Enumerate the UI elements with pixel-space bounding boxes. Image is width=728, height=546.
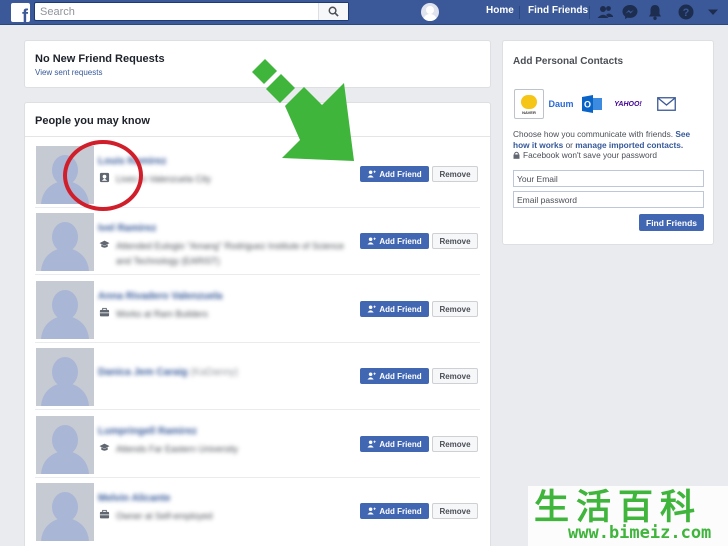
person-name-link[interactable]: Lumpringell Ramirez (98, 426, 197, 437)
suggestion-row: Anna Rivadero Valenzuela Works at Ram Bu… (25, 276, 490, 343)
site-watermark: 生活百科 www.bimeiz.com (528, 486, 728, 546)
envelope-icon (656, 97, 676, 111)
outlook-letter: O (584, 100, 591, 110)
person-name-link[interactable]: Melvin Alicante (98, 493, 170, 504)
nav-home-link[interactable]: Home (486, 5, 514, 16)
remove-suggestion-button[interactable]: Remove (432, 301, 478, 317)
person-info: Works at Ram Builders (116, 309, 208, 319)
green-arrow-annotation (252, 59, 354, 161)
add-friend-button[interactable]: Add Friend (360, 166, 429, 182)
suggestion-row: Danica Jem Caraig (KaDanny) Add Friend R… (25, 343, 490, 410)
email-input[interactable] (513, 170, 704, 187)
search-bar (34, 2, 349, 21)
work-icon (99, 307, 110, 317)
add-friend-button[interactable]: Add Friend (360, 301, 429, 317)
messenger-icon[interactable] (621, 3, 639, 21)
naver-label: NAVER (522, 110, 536, 115)
add-friend-icon (367, 440, 377, 448)
privacy-note-text: Facebook won't save your password (523, 150, 657, 160)
profile-photo[interactable] (36, 213, 94, 271)
profile-avatar[interactable] (421, 3, 439, 21)
find-friends-button[interactable]: Find Friends (639, 214, 704, 231)
friend-requests-icon[interactable] (596, 3, 614, 21)
manage-imported-contacts-link[interactable]: manage imported contacts. (575, 140, 683, 150)
privacy-note: Facebook won't save your password (513, 150, 657, 160)
remove-suggestion-button[interactable]: Remove (432, 503, 478, 519)
daum-logo-text: Daum (548, 99, 574, 109)
row-divider (35, 274, 480, 275)
facebook-logo[interactable]: f (11, 3, 30, 22)
contacts-description-text: Choose how you communicate with friends. (513, 129, 674, 139)
highlight-circle-annotation (63, 140, 143, 211)
school-icon (99, 443, 110, 451)
add-friend-button[interactable]: Add Friend (360, 233, 429, 249)
remove-suggestion-button[interactable]: Remove (432, 166, 478, 182)
suggestion-row: Melvin Alicante Owner at Self-employed A… (25, 478, 490, 545)
search-button[interactable] (318, 3, 348, 20)
email-password-input[interactable] (513, 191, 704, 208)
watermark-chinese-text: 生活百科 (534, 488, 703, 528)
watermark-url-text: www.bimeiz.com (568, 523, 712, 543)
people-you-may-know-heading: People you may know (35, 115, 150, 127)
other-email-provider-button[interactable] (654, 89, 678, 119)
profile-photo[interactable] (36, 348, 94, 406)
arrow-head-shape (282, 83, 354, 161)
person-name-link[interactable]: Anna Rivadero Valenzuela (98, 291, 223, 302)
add-friend-icon (367, 237, 377, 245)
account-menu-dropdown-icon[interactable] (704, 3, 722, 21)
add-friend-icon (367, 507, 377, 515)
remove-suggestion-button[interactable]: Remove (432, 436, 478, 452)
outlook-logo-icon: O (582, 95, 602, 113)
row-divider (35, 409, 480, 410)
person-info: Lives in Valenzuela City (116, 174, 211, 184)
nav-divider (589, 6, 590, 19)
nav-find-friends-link[interactable]: Find Friends (528, 5, 588, 16)
add-friend-icon (367, 372, 377, 380)
contacts-description: Choose how you communicate with friends.… (513, 129, 708, 150)
outlook-provider-button[interactable]: O (580, 89, 604, 119)
arrow-dash-marks (252, 59, 295, 103)
friend-requests-heading: No New Friend Requests (35, 53, 165, 65)
add-personal-contacts-panel: Add Personal Contacts NAVER Daum O YAHOO… (502, 40, 714, 245)
help-icon[interactable]: ? (677, 3, 695, 21)
naver-logo-icon (521, 95, 537, 109)
remove-suggestion-button[interactable]: Remove (432, 233, 478, 249)
lock-icon (513, 151, 520, 159)
notifications-bell-icon[interactable] (646, 3, 664, 21)
daum-provider-button[interactable]: Daum (548, 89, 574, 119)
person-name-link[interactable]: Ivel Ramirez (98, 223, 156, 234)
work-icon (99, 509, 110, 519)
email-provider-list: NAVER Daum O YAHOO! (514, 89, 704, 121)
search-icon (328, 6, 339, 17)
yahoo-provider-button[interactable]: YAHOO! (612, 89, 644, 119)
person-info: Owner at Self-employed (116, 511, 213, 521)
add-friend-button[interactable]: Add Friend (360, 368, 429, 384)
add-friend-button[interactable]: Add Friend (360, 503, 429, 519)
remove-suggestion-button[interactable]: Remove (432, 368, 478, 384)
profile-photo[interactable] (36, 483, 94, 541)
naver-provider-button[interactable]: NAVER (514, 89, 544, 119)
suggestion-row: Lumpringell Ramirez Attends Far Eastern … (25, 411, 490, 478)
add-contacts-heading: Add Personal Contacts (513, 56, 624, 67)
search-input[interactable] (35, 3, 325, 20)
profile-photo[interactable] (36, 281, 94, 339)
profile-photo[interactable] (36, 416, 94, 474)
contacts-description-joiner: or (565, 139, 573, 150)
view-sent-requests-link[interactable]: View sent requests (35, 68, 102, 77)
add-friend-icon (367, 170, 377, 178)
suggestion-row: Ivel Ramirez Attended Eulogio "Amang" Ro… (25, 208, 490, 275)
nav-divider (519, 6, 520, 19)
yahoo-logo-text: YAHOO! (614, 100, 642, 108)
person-info: Attended Eulogio "Amang" Rodriguez Insti… (116, 241, 345, 266)
person-name-link[interactable]: Danica Jem Caraig (KaDanny) (98, 367, 238, 378)
add-friend-button[interactable]: Add Friend (360, 436, 429, 452)
add-friend-icon (367, 305, 377, 313)
svg-text:?: ? (683, 7, 690, 19)
top-navigation-bar: f Home Find Friends ? (0, 0, 728, 25)
person-info: Attends Far Eastern University (116, 444, 239, 454)
school-icon (99, 240, 110, 248)
